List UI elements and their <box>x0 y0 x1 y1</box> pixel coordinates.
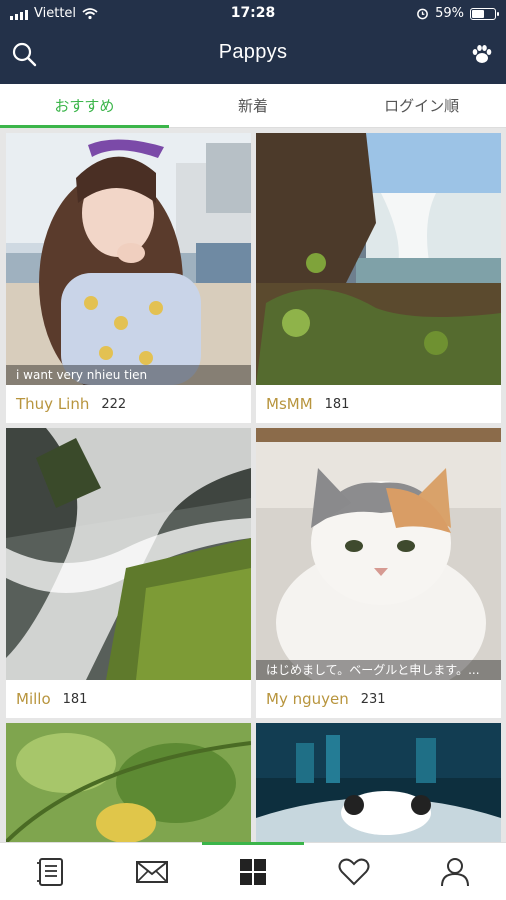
profile-name: My nguyen <box>266 690 349 708</box>
mail-icon <box>135 860 168 883</box>
paw-button[interactable] <box>468 40 496 68</box>
alarm-icon <box>417 8 428 20</box>
profile-photo <box>256 133 501 385</box>
status-right: 59% <box>416 6 499 21</box>
profile-info: Thuy Linh 222 <box>6 385 251 423</box>
profile-photo <box>256 723 501 842</box>
profile-photo <box>6 428 251 680</box>
tab-new[interactable]: 新着 <box>169 84 338 127</box>
profile-info: Millo 181 <box>6 680 251 718</box>
profile-card[interactable] <box>256 723 501 842</box>
nav-mail[interactable] <box>101 843 202 900</box>
tab-login-order[interactable]: ログイン順 <box>337 84 506 127</box>
profile-name: MsMM <box>266 395 313 413</box>
profile-name: Thuy Linh <box>16 395 90 413</box>
battery-icon <box>470 7 499 20</box>
profile-count: 181 <box>62 691 88 707</box>
tab-recommended[interactable]: おすすめ <box>0 84 169 128</box>
profile-photo: i want very nhieu tien <box>6 133 251 385</box>
grid-icon <box>240 858 266 885</box>
notebook-icon <box>36 857 63 886</box>
profile-name: Millo <box>16 690 51 708</box>
profile-caption: i want very nhieu tien <box>6 365 251 385</box>
nav-profile[interactable] <box>405 843 506 900</box>
top-bar: Viettel 17:28 59% Pappys <box>0 0 506 84</box>
nav-notebook[interactable] <box>0 843 101 900</box>
heart-icon <box>338 858 370 885</box>
nav-favorites[interactable] <box>304 843 405 900</box>
battery-percent: 59% <box>435 6 464 21</box>
profile-count: 181 <box>324 396 350 412</box>
battery-fill <box>472 9 484 18</box>
page-title: Pappys <box>218 41 288 63</box>
profile-info: MsMM 181 <box>256 385 501 423</box>
nav-grid[interactable] <box>202 842 304 900</box>
tab-bar: おすすめ 新着 ログイン順 <box>0 84 506 128</box>
profile-card[interactable] <box>6 723 251 842</box>
profile-caption: はじめまして。ベーグルと申します。... <box>256 660 501 680</box>
profile-photo: はじめまして。ベーグルと申します。... <box>256 428 501 680</box>
profile-icon <box>441 857 470 886</box>
profile-photo <box>6 723 251 842</box>
profile-card[interactable]: Millo 181 <box>6 428 251 718</box>
profile-grid: i want very nhieu tien Thuy Linh 222 MsM… <box>0 128 506 842</box>
profile-count: 231 <box>360 691 386 707</box>
profile-count: 222 <box>101 396 127 412</box>
paw-icon <box>472 45 492 63</box>
profile-card[interactable]: MsMM 181 <box>256 133 501 423</box>
profile-card[interactable]: i want very nhieu tien Thuy Linh 222 <box>6 133 251 423</box>
profile-info: My nguyen 231 <box>256 680 501 718</box>
status-bar: Viettel 17:28 59% <box>0 0 506 28</box>
bottom-nav <box>0 842 506 900</box>
profile-card[interactable]: はじめまして。ベーグルと申します。... My nguyen 231 <box>256 428 501 718</box>
